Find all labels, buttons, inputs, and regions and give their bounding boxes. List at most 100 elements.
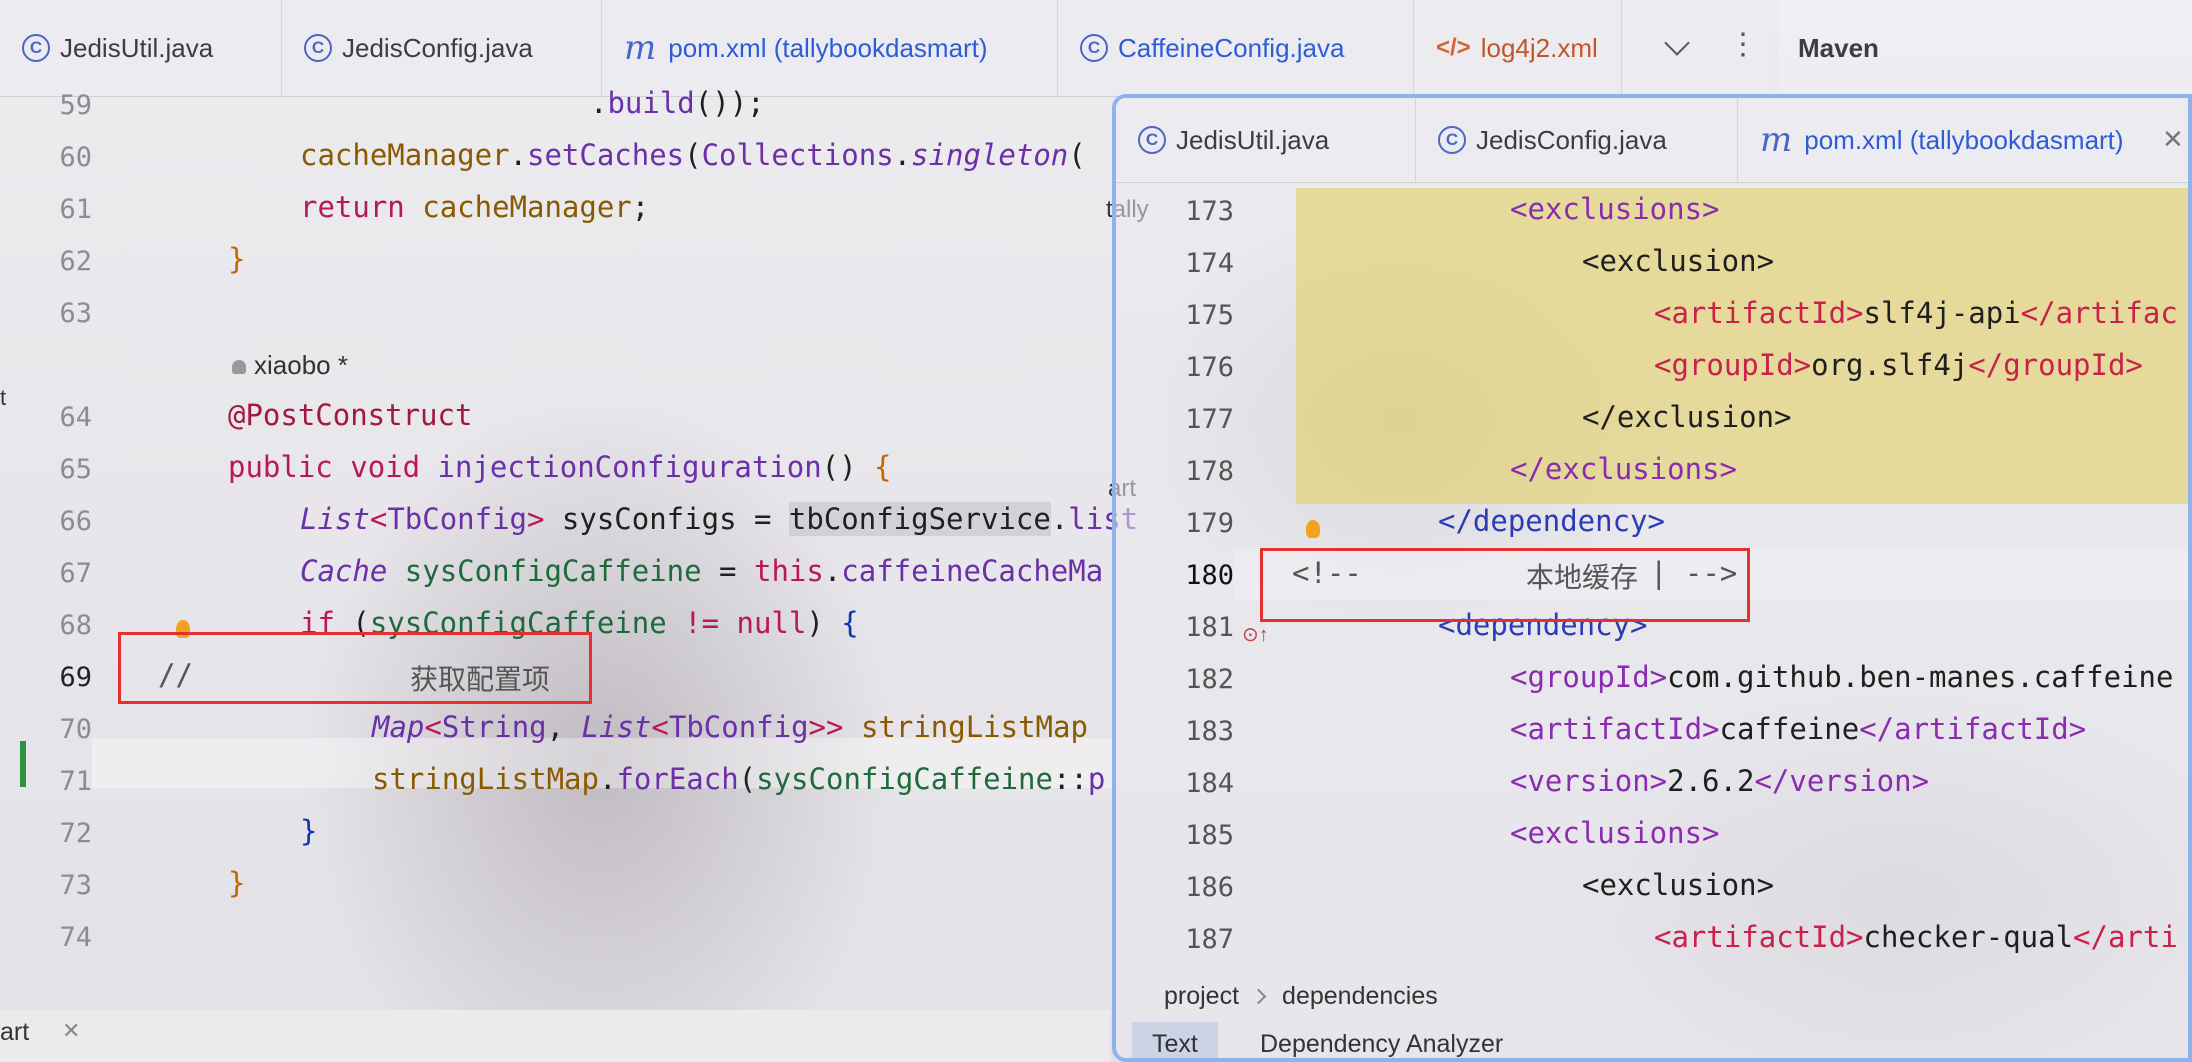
class-icon: C <box>1438 126 1466 154</box>
line-number: 69 <box>59 662 92 693</box>
code-line: <exclusion> <box>1582 244 1775 278</box>
code-line: </exclusions> <box>1510 452 1737 486</box>
line-number: 74 <box>59 922 92 953</box>
tab-pom[interactable]: m pom.xml (tallybookdasmart) <box>1738 98 2158 182</box>
tab-label: CaffeineConfig.java <box>1118 32 1345 63</box>
class-icon: C <box>22 34 50 62</box>
code-line: Map<String, List<TbConfig>> stringListMa… <box>372 710 1088 744</box>
maven-icon: m <box>624 28 657 68</box>
breadcrumb: project dependencies <box>1164 982 1438 1011</box>
code-line: <version>2.6.2</version> <box>1510 764 1930 798</box>
breadcrumb-item[interactable]: dependencies <box>1282 982 1438 1010</box>
tab-label: JedisUtil.java <box>60 32 214 63</box>
tab-caffeineconfig[interactable]: C CaffeineConfig.java <box>1058 0 1414 96</box>
highlight-box <box>1260 548 1750 622</box>
bottom-panel-label[interactable]: art <box>0 1018 29 1047</box>
gutter-arrow-icon[interactable]: ⊙↑ <box>1242 622 1269 647</box>
line-number: 62 <box>59 246 92 277</box>
tab-pom[interactable]: m pom.xml (tallybookdasmart) <box>602 0 1058 96</box>
line-number: 175 <box>1185 300 1234 331</box>
line-number: 177 <box>1185 404 1234 435</box>
tab-jedisutil[interactable]: C JedisUtil.java <box>0 0 282 96</box>
code-line: <artifactId>caffeine</artifactId> <box>1510 712 2087 746</box>
chevron-right-icon <box>1250 988 1267 1005</box>
maven-title: Maven <box>1798 32 1879 63</box>
maven-tool-window-header[interactable]: Maven <box>1778 0 2192 96</box>
line-number: 65 <box>59 454 92 485</box>
code-line: } <box>228 242 246 276</box>
line-number: 72 <box>59 818 92 849</box>
floating-editor-window[interactable]: C JedisUtil.java C JedisConfig.java m po… <box>1112 94 2192 1062</box>
close-icon[interactable]: ✕ <box>2162 124 2184 155</box>
line-number: 182 <box>1185 664 1234 695</box>
line-number: 68 <box>59 610 92 641</box>
code-line: </dependency> <box>1438 504 1665 538</box>
tab-label: pom.xml (tallybookdasmart) <box>668 32 988 63</box>
code-line: public void injectionConfiguration() { <box>228 450 892 484</box>
line-number: 183 <box>1185 716 1234 747</box>
chevron-down-icon[interactable] <box>1664 30 1690 56</box>
selection-highlight <box>1296 188 2188 504</box>
line-number: 187 <box>1185 924 1234 955</box>
editor-tab-bar: C JedisUtil.java C JedisConfig.java m po… <box>0 0 1770 97</box>
class-icon: C <box>1080 34 1108 62</box>
tab-text[interactable]: Text <box>1132 1022 1218 1058</box>
tab-label: pom.xml (tallybookdasmart) <box>1804 124 2124 155</box>
code-line: stringListMap.forEach(sysConfigCaffeine:… <box>372 762 1106 796</box>
line-number: 173 <box>1185 196 1234 227</box>
line-number: 179 <box>1185 508 1234 539</box>
xml-icon: </> <box>1436 34 1471 61</box>
line-number: 61 <box>59 194 92 225</box>
code-editor-caffeineconfig[interactable]: 59 60 61 62 63 64 65 66 67 68 69 70 71 7… <box>0 86 1138 986</box>
code-line: <exclusion> <box>1582 868 1775 902</box>
lightbulb-icon[interactable] <box>1306 520 1320 538</box>
code-line: <artifactId>slf4j-api</artifac <box>1654 296 2178 330</box>
line-number: 60 <box>59 142 92 173</box>
author-name: xiaobo * <box>254 350 348 380</box>
code-line: } <box>228 866 246 900</box>
line-number: 73 <box>59 870 92 901</box>
code-line: cacheManager.setCaches(Collections.singl… <box>300 138 1086 172</box>
code-line: <exclusions> <box>1510 816 1720 850</box>
line-number: 180 <box>1185 560 1234 591</box>
more-options-icon[interactable]: ⋮ <box>1728 30 1758 60</box>
code-line: .build()); <box>590 86 765 120</box>
code-line: Cache sysConfigCaffeine = this.caffeineC… <box>300 554 1104 588</box>
tab-label: JedisConfig.java <box>1476 124 1667 155</box>
tab-label: JedisUtil.java <box>1176 124 1330 155</box>
tab-log4j2[interactable]: </> log4j2.xml <box>1414 0 1622 96</box>
line-number: 70 <box>59 714 92 745</box>
line-number: 186 <box>1185 872 1234 903</box>
breadcrumb-item[interactable]: project <box>1164 982 1239 1010</box>
code-line: <exclusions> <box>1510 192 1720 226</box>
bottom-tool-panel <box>0 1010 1110 1062</box>
side-fragment: t <box>0 385 7 410</box>
line-number: 181 <box>1185 612 1234 643</box>
tab-jedisconfig[interactable]: C JedisConfig.java <box>1416 98 1738 182</box>
code-line: <groupId>org.slf4j</groupId> <box>1654 348 2143 382</box>
code-line: <artifactId>checker-qual</arti <box>1654 920 2178 954</box>
line-number: 71 <box>59 766 92 797</box>
highlight-box <box>118 632 592 704</box>
code-line: } <box>300 814 318 848</box>
code-line: return cacheManager; <box>300 190 650 224</box>
editor-mode-tabs: Text Dependency Analyzer <box>1116 1022 2188 1058</box>
tab-dependency-analyzer[interactable]: Dependency Analyzer <box>1240 1022 1523 1058</box>
author-annotation[interactable]: xiaobo * <box>232 350 348 381</box>
line-number: 59 <box>59 90 92 121</box>
tab-jedisconfig[interactable]: C JedisConfig.java <box>282 0 602 96</box>
code-line: List<TbConfig> sysConfigs = tbConfigServ… <box>300 502 1139 536</box>
line-number: 176 <box>1185 352 1234 383</box>
code-line: @PostConstruct <box>228 398 473 432</box>
code-line: <groupId>com.github.ben-manes.caffeine <box>1510 660 2174 694</box>
class-icon: C <box>1138 126 1166 154</box>
tab-label: JedisConfig.java <box>342 32 533 63</box>
line-number: 178 <box>1185 456 1234 487</box>
close-icon[interactable]: ✕ <box>62 1018 80 1044</box>
code-line: </exclusion> <box>1582 400 1792 434</box>
floating-tab-bar: C JedisUtil.java C JedisConfig.java m po… <box>1116 98 2188 183</box>
line-number: 184 <box>1185 768 1234 799</box>
line-number: 174 <box>1185 248 1234 279</box>
line-number: 63 <box>59 298 92 329</box>
tab-jedisutil[interactable]: C JedisUtil.java <box>1116 98 1416 182</box>
